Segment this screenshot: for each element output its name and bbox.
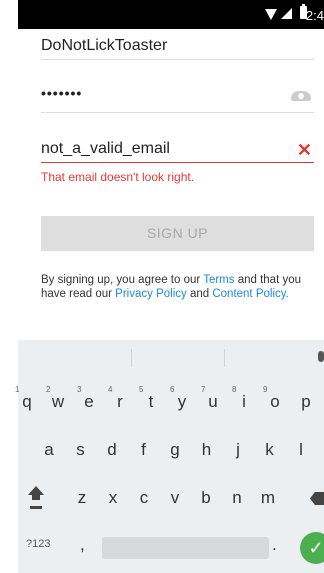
key-a[interactable]: a xyxy=(37,440,61,460)
microphone-icon[interactable] xyxy=(318,351,324,362)
key-x[interactable]: x xyxy=(101,488,125,508)
email-field[interactable]: not_a_valid_email ✕ xyxy=(41,140,314,164)
key-u[interactable]: u7 xyxy=(201,385,225,412)
key-l[interactable]: l xyxy=(289,440,313,460)
key-p[interactable]: p xyxy=(294,392,318,412)
clock: 2:4 xyxy=(305,8,324,23)
terms-and: and xyxy=(189,288,210,300)
terms-link[interactable]: Terms xyxy=(203,274,234,286)
terms-prefix: By signing up, you agree to our xyxy=(41,274,201,286)
key-hint: 8 xyxy=(232,385,237,394)
terms-text: By signing up, you agree to our Terms an… xyxy=(41,273,321,301)
key-d[interactable]: d xyxy=(100,440,124,460)
password-value: ••••••• xyxy=(41,85,83,101)
key-c[interactable]: c xyxy=(132,488,156,508)
key-q[interactable]: q1 xyxy=(15,385,39,412)
privacy-policy-link[interactable]: Privacy Policy xyxy=(115,288,187,300)
period-key[interactable]: . xyxy=(272,535,277,555)
suggestion-divider xyxy=(131,349,132,367)
key-f[interactable]: f xyxy=(132,440,156,460)
status-bar: 2:4 xyxy=(18,0,324,29)
key-v[interactable]: v xyxy=(163,488,187,508)
key-o[interactable]: o9 xyxy=(263,385,287,412)
key-b[interactable]: b xyxy=(194,488,218,508)
suggestion-divider xyxy=(224,349,225,367)
show-password-icon[interactable] xyxy=(291,91,311,101)
shift-key-icon[interactable] xyxy=(26,486,46,506)
suggestion-strip xyxy=(18,340,324,375)
done-key-icon[interactable]: ✓ xyxy=(300,532,324,564)
backspace-key-icon[interactable] xyxy=(310,492,324,505)
key-n[interactable]: n xyxy=(225,488,249,508)
key-i[interactable]: i8 xyxy=(232,385,256,412)
username-field[interactable]: DoNotLickToaster xyxy=(41,37,314,61)
key-m[interactable]: m xyxy=(256,488,280,508)
comma-key[interactable]: , xyxy=(80,535,85,555)
key-hint: 4 xyxy=(108,385,113,394)
clear-email-icon[interactable]: ✕ xyxy=(297,140,312,161)
key-t[interactable]: t5 xyxy=(139,385,163,412)
cell-signal-icon xyxy=(281,8,292,19)
key-hint: 5 xyxy=(139,385,144,394)
key-w[interactable]: w2 xyxy=(46,385,70,412)
key-hint: 3 xyxy=(77,385,82,394)
key-z[interactable]: z xyxy=(70,488,94,508)
email-value: not_a_valid_email xyxy=(41,140,170,157)
email-error-message: That email doesn't look right. xyxy=(41,170,195,184)
key-hint: 1 xyxy=(15,385,20,394)
signup-button[interactable]: SIGN UP xyxy=(41,216,314,251)
key-h[interactable]: h xyxy=(195,440,219,460)
key-k[interactable]: k xyxy=(258,440,282,460)
key-hint: 9 xyxy=(263,385,268,394)
keyboard: q1 w2 e3 r4 t5 y6 u7 i8 o9 p asdfghjkl zxcvbnm ?1… xyxy=(15,340,324,573)
key-y[interactable]: y6 xyxy=(170,385,194,412)
symbols-key[interactable]: ?123 xyxy=(26,538,50,550)
key-r[interactable]: r4 xyxy=(108,385,132,412)
password-underline xyxy=(41,112,314,113)
username-value: DoNotLickToaster xyxy=(41,37,168,54)
password-field[interactable]: ••••••• xyxy=(41,85,314,113)
key-hint: 6 xyxy=(170,385,175,394)
key-j[interactable]: j xyxy=(226,440,250,460)
wifi-icon xyxy=(265,9,277,20)
email-underline xyxy=(41,162,314,163)
username-underline xyxy=(41,59,314,60)
space-bar[interactable] xyxy=(102,537,269,559)
key-g[interactable]: g xyxy=(163,440,187,460)
key-s[interactable]: s xyxy=(69,440,93,460)
key-hint: 7 xyxy=(201,385,206,394)
key-e[interactable]: e3 xyxy=(77,385,101,412)
key-hint: 2 xyxy=(46,385,51,394)
content-policy-link[interactable]: Content Policy. xyxy=(212,288,289,300)
